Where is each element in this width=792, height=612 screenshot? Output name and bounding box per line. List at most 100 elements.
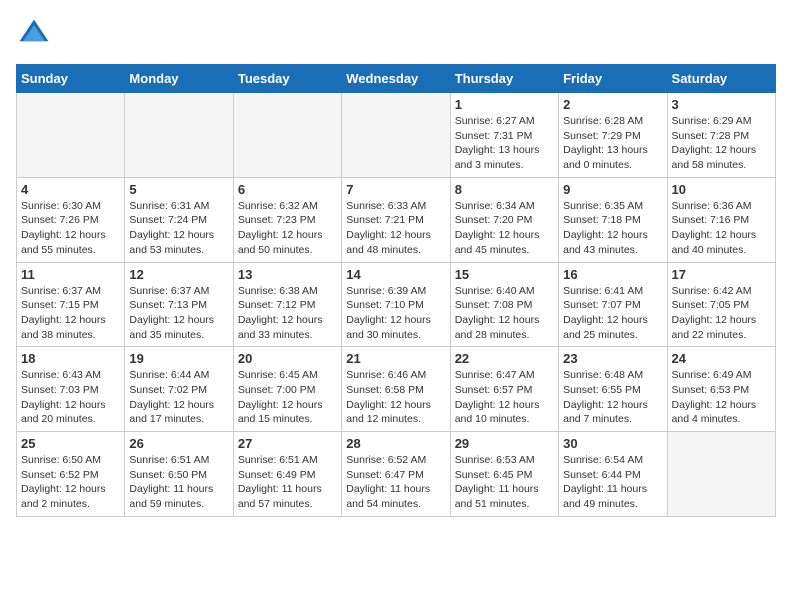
calendar-cell-day-26: 26 Sunrise: 6:51 AMSunset: 6:50 PMDayligh… xyxy=(125,432,233,517)
day-info: Sunrise: 6:53 AMSunset: 6:45 PMDaylight:… xyxy=(455,453,554,512)
calendar-cell-day-2: 2 Sunrise: 6:28 AMSunset: 7:29 PMDaylight… xyxy=(559,93,667,178)
day-number: 7 xyxy=(346,182,445,197)
weekday-header-monday: Monday xyxy=(125,65,233,93)
calendar-cell-day-17: 17 Sunrise: 6:42 AMSunset: 7:05 PMDayligh… xyxy=(667,262,775,347)
calendar-cell-day-10: 10 Sunrise: 6:36 AMSunset: 7:16 PMDayligh… xyxy=(667,177,775,262)
calendar-cell-day-29: 29Sunrise: 6:53 AMSunset: 6:45 PMDayligh… xyxy=(450,432,558,517)
calendar-cell-day-27: 27 Sunrise: 6:51 AMSunset: 6:49 PMDayligh… xyxy=(233,432,341,517)
day-number: 10 xyxy=(672,182,771,197)
calendar-cell-day-30: 30 Sunrise: 6:54 AMSunset: 6:44 PMDayligh… xyxy=(559,432,667,517)
calendar-week-2: 4 Sunrise: 6:30 AMSunset: 7:26 PMDaylight… xyxy=(17,177,776,262)
weekday-header-sunday: Sunday xyxy=(17,65,125,93)
day-number: 26 xyxy=(129,436,228,451)
calendar-cell-day-25: 25 Sunrise: 6:50 AMSunset: 6:52 PMDayligh… xyxy=(17,432,125,517)
day-info: Sunrise: 6:33 AMSunset: 7:21 PMDaylight:… xyxy=(346,199,445,258)
day-number: 17 xyxy=(672,267,771,282)
calendar-cell-day-16: 16 Sunrise: 6:41 AMSunset: 7:07 PMDayligh… xyxy=(559,262,667,347)
day-info: Sunrise: 6:37 AMSunset: 7:13 PMDaylight:… xyxy=(129,284,228,343)
weekday-header-friday: Friday xyxy=(559,65,667,93)
day-number: 30 xyxy=(563,436,662,451)
day-number: 24 xyxy=(672,351,771,366)
page-header xyxy=(16,16,776,52)
calendar-cell-day-8: 8Sunrise: 6:34 AMSunset: 7:20 PMDaylight… xyxy=(450,177,558,262)
day-number: 22 xyxy=(455,351,554,366)
calendar-cell-day-23: 23Sunrise: 6:48 AMSunset: 6:55 PMDayligh… xyxy=(559,347,667,432)
day-info: Sunrise: 6:51 AMSunset: 6:50 PMDaylight:… xyxy=(129,453,228,512)
calendar-cell-empty xyxy=(17,93,125,178)
day-number: 13 xyxy=(238,267,337,282)
day-number: 3 xyxy=(672,97,771,112)
day-info: Sunrise: 6:34 AMSunset: 7:20 PMDaylight:… xyxy=(455,199,554,258)
calendar-week-3: 11 Sunrise: 6:37 AMSunset: 7:15 PMDayligh… xyxy=(17,262,776,347)
day-info: Sunrise: 6:41 AMSunset: 7:07 PMDaylight:… xyxy=(563,284,662,343)
day-number: 9 xyxy=(563,182,662,197)
day-number: 19 xyxy=(129,351,228,366)
day-info: Sunrise: 6:27 AMSunset: 7:31 PMDaylight:… xyxy=(455,114,554,173)
day-info: Sunrise: 6:51 AMSunset: 6:49 PMDaylight:… xyxy=(238,453,337,512)
calendar-cell-day-5: 5Sunrise: 6:31 AMSunset: 7:24 PMDaylight… xyxy=(125,177,233,262)
weekday-header-saturday: Saturday xyxy=(667,65,775,93)
day-number: 12 xyxy=(129,267,228,282)
weekday-header-wednesday: Wednesday xyxy=(342,65,450,93)
day-info: Sunrise: 6:37 AMSunset: 7:15 PMDaylight:… xyxy=(21,284,120,343)
calendar-cell-day-12: 12 Sunrise: 6:37 AMSunset: 7:13 PMDayligh… xyxy=(125,262,233,347)
day-number: 18 xyxy=(21,351,120,366)
day-info: Sunrise: 6:52 AMSunset: 6:47 PMDaylight:… xyxy=(346,453,445,512)
day-number: 6 xyxy=(238,182,337,197)
calendar-cell-empty xyxy=(233,93,341,178)
day-info: Sunrise: 6:45 AMSunset: 7:00 PMDaylight:… xyxy=(238,368,337,427)
day-info: Sunrise: 6:30 AMSunset: 7:26 PMDaylight:… xyxy=(21,199,120,258)
calendar-cell-day-9: 9Sunrise: 6:35 AMSunset: 7:18 PMDaylight… xyxy=(559,177,667,262)
day-number: 1 xyxy=(455,97,554,112)
calendar-cell-day-15: 15Sunrise: 6:40 AMSunset: 7:08 PMDayligh… xyxy=(450,262,558,347)
day-number: 14 xyxy=(346,267,445,282)
weekday-header-thursday: Thursday xyxy=(450,65,558,93)
calendar-cell-day-20: 20 Sunrise: 6:45 AMSunset: 7:00 PMDayligh… xyxy=(233,347,341,432)
day-info: Sunrise: 6:29 AMSunset: 7:28 PMDaylight:… xyxy=(672,114,771,173)
day-number: 25 xyxy=(21,436,120,451)
calendar-cell-day-14: 14Sunrise: 6:39 AMSunset: 7:10 PMDayligh… xyxy=(342,262,450,347)
day-number: 27 xyxy=(238,436,337,451)
calendar-week-5: 25 Sunrise: 6:50 AMSunset: 6:52 PMDayligh… xyxy=(17,432,776,517)
day-number: 2 xyxy=(563,97,662,112)
calendar-cell-day-6: 6 Sunrise: 6:32 AMSunset: 7:23 PMDaylight… xyxy=(233,177,341,262)
day-info: Sunrise: 6:54 AMSunset: 6:44 PMDaylight:… xyxy=(563,453,662,512)
calendar-cell-empty xyxy=(342,93,450,178)
calendar-week-1: 1 Sunrise: 6:27 AMSunset: 7:31 PMDaylight… xyxy=(17,93,776,178)
day-number: 23 xyxy=(563,351,662,366)
logo-icon xyxy=(16,16,52,52)
day-info: Sunrise: 6:44 AMSunset: 7:02 PMDaylight:… xyxy=(129,368,228,427)
day-info: Sunrise: 6:42 AMSunset: 7:05 PMDaylight:… xyxy=(672,284,771,343)
calendar-cell-day-22: 22 Sunrise: 6:47 AMSunset: 6:57 PMDayligh… xyxy=(450,347,558,432)
day-info: Sunrise: 6:47 AMSunset: 6:57 PMDaylight:… xyxy=(455,368,554,427)
calendar-cell-empty xyxy=(667,432,775,517)
calendar-cell-day-18: 18 Sunrise: 6:43 AMSunset: 7:03 PMDayligh… xyxy=(17,347,125,432)
day-info: Sunrise: 6:43 AMSunset: 7:03 PMDaylight:… xyxy=(21,368,120,427)
day-number: 16 xyxy=(563,267,662,282)
calendar-cell-day-28: 28 Sunrise: 6:52 AMSunset: 6:47 PMDayligh… xyxy=(342,432,450,517)
calendar-cell-day-11: 11 Sunrise: 6:37 AMSunset: 7:15 PMDayligh… xyxy=(17,262,125,347)
day-info: Sunrise: 6:36 AMSunset: 7:16 PMDaylight:… xyxy=(672,199,771,258)
day-number: 28 xyxy=(346,436,445,451)
calendar-cell-day-7: 7 Sunrise: 6:33 AMSunset: 7:21 PMDaylight… xyxy=(342,177,450,262)
day-info: Sunrise: 6:38 AMSunset: 7:12 PMDaylight:… xyxy=(238,284,337,343)
day-info: Sunrise: 6:49 AMSunset: 6:53 PMDaylight:… xyxy=(672,368,771,427)
weekday-header-tuesday: Tuesday xyxy=(233,65,341,93)
day-number: 20 xyxy=(238,351,337,366)
calendar-table: SundayMondayTuesdayWednesdayThursdayFrid… xyxy=(16,64,776,517)
day-number: 11 xyxy=(21,267,120,282)
day-info: Sunrise: 6:31 AMSunset: 7:24 PMDaylight:… xyxy=(129,199,228,258)
day-info: Sunrise: 6:28 AMSunset: 7:29 PMDaylight:… xyxy=(563,114,662,173)
calendar-cell-day-21: 21Sunrise: 6:46 AMSunset: 6:58 PMDayligh… xyxy=(342,347,450,432)
day-info: Sunrise: 6:46 AMSunset: 6:58 PMDaylight:… xyxy=(346,368,445,427)
day-info: Sunrise: 6:32 AMSunset: 7:23 PMDaylight:… xyxy=(238,199,337,258)
calendar-cell-day-1: 1 Sunrise: 6:27 AMSunset: 7:31 PMDaylight… xyxy=(450,93,558,178)
day-info: Sunrise: 6:40 AMSunset: 7:08 PMDaylight:… xyxy=(455,284,554,343)
calendar-cell-day-24: 24 Sunrise: 6:49 AMSunset: 6:53 PMDayligh… xyxy=(667,347,775,432)
day-number: 4 xyxy=(21,182,120,197)
calendar-cell-day-3: 3 Sunrise: 6:29 AMSunset: 7:28 PMDaylight… xyxy=(667,93,775,178)
calendar-cell-day-13: 13 Sunrise: 6:38 AMSunset: 7:12 PMDayligh… xyxy=(233,262,341,347)
logo xyxy=(16,16,56,52)
calendar-cell-day-19: 19 Sunrise: 6:44 AMSunset: 7:02 PMDayligh… xyxy=(125,347,233,432)
day-info: Sunrise: 6:50 AMSunset: 6:52 PMDaylight:… xyxy=(21,453,120,512)
